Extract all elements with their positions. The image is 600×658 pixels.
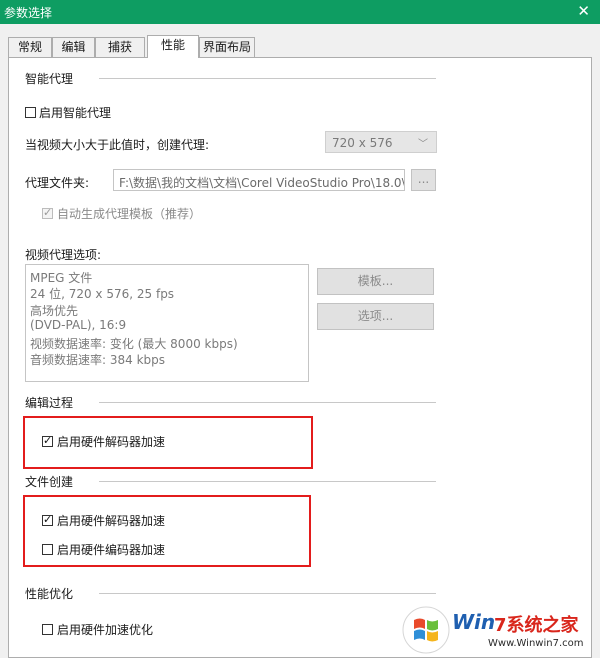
proxy-threshold-value: 720 x 576 <box>332 136 393 150</box>
enable-smart-proxy-checkbox[interactable] <box>25 107 36 118</box>
options-button[interactable]: 选项... <box>317 303 434 330</box>
file-hw-decoder-checkbox[interactable] <box>42 513 53 526</box>
template-button[interactable]: 模板... <box>317 268 434 295</box>
proxy-threshold-dropdown[interactable]: 720 x 576 ﹀ <box>325 131 437 153</box>
list-item: 24 位, 720 x 576, 25 fps <box>30 287 175 301</box>
chevron-down-icon: ﹀ <box>418 139 428 150</box>
smart-proxy-group-title: 智能代理 <box>25 72 74 86</box>
group-divider <box>99 481 436 482</box>
edit-hw-decoder-label: 启用硬件解码器加速 <box>57 435 166 449</box>
window-title: 参数选择 <box>4 6 53 20</box>
file-hw-encoder-checkbox[interactable] <box>42 544 53 555</box>
tab-interface-layout[interactable]: 界面布局 <box>199 37 255 57</box>
list-item: (DVD-PAL), 16:9 <box>30 318 127 332</box>
enable-smart-proxy-label: 启用智能代理 <box>39 106 112 120</box>
auto-template-label: 自动生成代理模板（推荐） <box>57 207 202 221</box>
group-divider <box>99 402 436 403</box>
edit-process-group-title: 编辑过程 <box>25 396 74 410</box>
group-divider <box>99 593 436 594</box>
hw-accel-optimization-label: 启用硬件加速优化 <box>57 623 154 637</box>
performance-panel: 智能代理 启用智能代理 当视频大小大于此值时，创建代理: 720 x 576 ﹀… <box>8 57 592 658</box>
tab-edit[interactable]: 编辑 <box>52 37 95 57</box>
file-hw-encoder-label: 启用硬件编码器加速 <box>57 543 166 557</box>
dialog-client: 常规 编辑 捕获 性能 界面布局 智能代理 启用智能代理 当视频大小大于此值时，… <box>0 24 600 658</box>
watermark-logo: Win 7系统之家 Www.Winwin7.com <box>400 602 600 658</box>
performance-optimization-group-title: 性能优化 <box>25 587 74 601</box>
group-divider <box>99 78 436 79</box>
video-proxy-options-label: 视频代理选项: <box>25 248 102 262</box>
proxy-folder-label: 代理文件夹: <box>25 176 90 190</box>
close-icon[interactable]: ✕ <box>577 2 590 20</box>
edit-hw-decoder-checkbox[interactable] <box>42 434 53 447</box>
window-titlebar: 参数选择 ✕ <box>0 0 600 24</box>
auto-template-checkbox[interactable] <box>42 206 53 219</box>
list-item: 高场优先 <box>30 304 79 318</box>
watermark-url: Www.Winwin7.com <box>488 638 584 649</box>
watermark-text-brand: 7系统之家 <box>494 615 579 636</box>
hw-accel-optimization-checkbox[interactable] <box>42 624 53 635</box>
tab-general[interactable]: 常规 <box>8 37 52 57</box>
list-item: MPEG 文件 <box>30 271 93 285</box>
proxy-folder-value: F:\数据\我的文档\文档\Corel VideoStudio Pro\18.0… <box>119 176 405 190</box>
tab-capture[interactable]: 捕获 <box>95 37 145 57</box>
list-item: 音频数据速率: 384 kbps <box>30 353 166 367</box>
browse-folder-button[interactable]: ... <box>411 169 436 191</box>
watermark-text-win: Win <box>452 610 496 634</box>
file-creation-group-title: 文件创建 <box>25 475 74 489</box>
video-proxy-options-list[interactable]: MPEG 文件 24 位, 720 x 576, 25 fps 高场优先 (DV… <box>25 264 309 382</box>
list-item: 视频数据速率: 变化 (最大 8000 kbps) <box>30 337 238 351</box>
proxy-folder-input[interactable]: F:\数据\我的文档\文档\Corel VideoStudio Pro\18.0… <box>113 169 405 191</box>
proxy-threshold-label: 当视频大小大于此值时，创建代理: <box>25 138 210 152</box>
file-hw-decoder-label: 启用硬件解码器加速 <box>57 514 166 528</box>
tab-performance[interactable]: 性能 <box>147 35 199 58</box>
